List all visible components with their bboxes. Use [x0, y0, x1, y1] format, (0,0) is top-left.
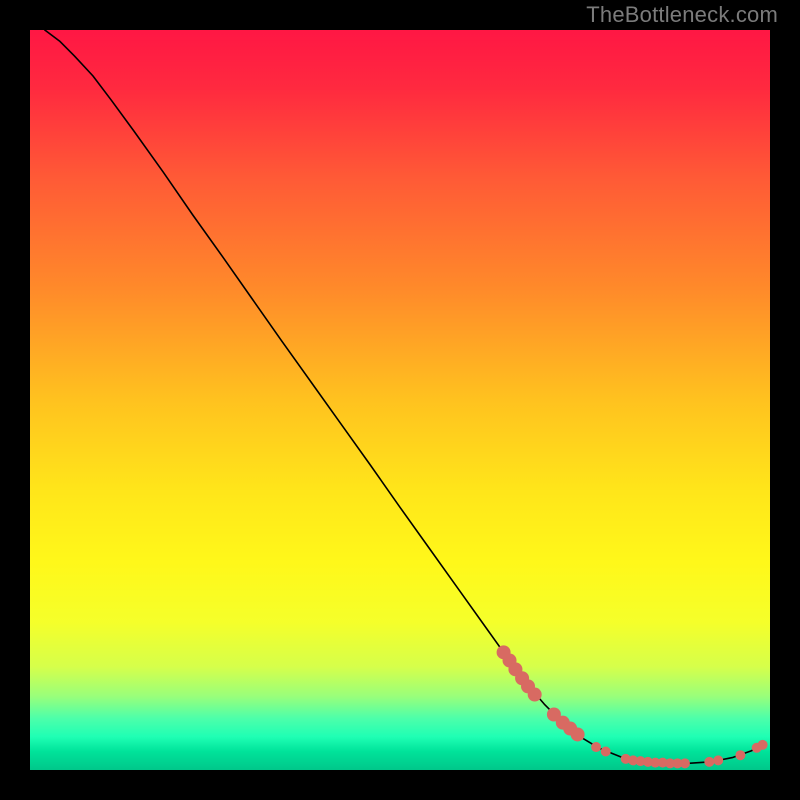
curve-marker: [591, 742, 601, 752]
curve-marker: [758, 740, 768, 750]
curve-marker: [601, 747, 611, 757]
curve-marker: [680, 758, 690, 768]
curve-marker: [571, 727, 585, 741]
curve-marker: [704, 757, 714, 767]
chart-plot-area: [30, 30, 770, 770]
curve-marker: [735, 750, 745, 760]
watermark-text: TheBottleneck.com: [586, 2, 778, 28]
curve-marker: [528, 688, 542, 702]
curve-marker: [713, 755, 723, 765]
chart-svg: [30, 30, 770, 770]
